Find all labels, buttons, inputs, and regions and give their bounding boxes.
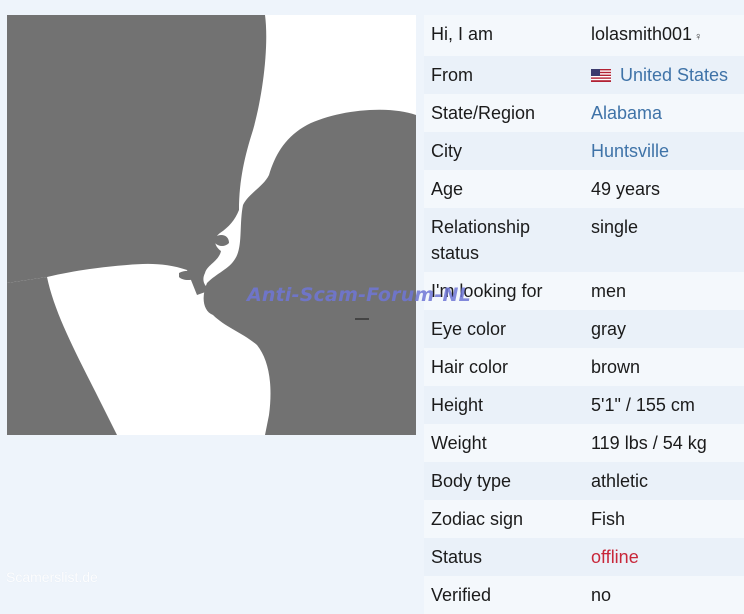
row-label: State/Region: [424, 94, 584, 132]
row-label: Weight: [424, 424, 584, 462]
row-value: no: [584, 576, 744, 614]
username: lolasmith001: [591, 24, 693, 44]
table-row: Weight 119 lbs / 54 kg: [424, 424, 744, 462]
row-value: Fish: [584, 500, 744, 538]
row-label: Height: [424, 386, 584, 424]
table-row: From United States: [424, 56, 744, 94]
table-row: Status offline: [424, 538, 744, 576]
couple-silhouette-icon: [7, 15, 416, 435]
row-label: Hi, I am: [424, 15, 584, 56]
row-label: Status: [424, 538, 584, 576]
table-row: Verified no: [424, 576, 744, 614]
row-label: Hair color: [424, 348, 584, 386]
table-row: State/Region Alabama: [424, 94, 744, 132]
row-label: From: [424, 56, 584, 94]
row-value: men: [584, 272, 744, 310]
table-row: I'm looking for men: [424, 272, 744, 310]
table-row: Relationship status single: [424, 208, 744, 272]
row-label: Verified: [424, 576, 584, 614]
row-label: Eye color: [424, 310, 584, 348]
country-link[interactable]: United States: [620, 65, 728, 85]
row-label: Body type: [424, 462, 584, 500]
row-label: Relationship status: [424, 208, 584, 272]
status-badge: offline: [584, 538, 744, 576]
row-label: City: [424, 132, 584, 170]
row-value: United States: [584, 56, 744, 94]
row-label: Age: [424, 170, 584, 208]
row-value: brown: [584, 348, 744, 386]
row-label: Zodiac sign: [424, 500, 584, 538]
row-value: 5'1" / 155 cm: [584, 386, 744, 424]
table-row: Body type athletic: [424, 462, 744, 500]
table-row: Hi, I am lolasmith001 ♀: [424, 15, 744, 56]
row-value: 49 years: [584, 170, 744, 208]
table-row: Age 49 years: [424, 170, 744, 208]
table-row: Height 5'1" / 155 cm: [424, 386, 744, 424]
row-value: lolasmith001 ♀: [584, 15, 744, 56]
row-value: single: [584, 208, 744, 272]
table-row: Hair color brown: [424, 348, 744, 386]
row-value: 119 lbs / 54 kg: [584, 424, 744, 462]
table-row: City Huntsville: [424, 132, 744, 170]
profile-photo-placeholder: [7, 15, 416, 435]
row-value: athletic: [584, 462, 744, 500]
female-icon: ♀: [694, 31, 703, 43]
corner-watermark: Scamerslist.de: [6, 569, 98, 585]
state-link[interactable]: Alabama: [584, 94, 744, 132]
row-value: gray: [584, 310, 744, 348]
us-flag-icon: [591, 69, 611, 82]
profile-details-table: Hi, I am lolasmith001 ♀ From United State…: [424, 15, 744, 614]
table-row: Zodiac sign Fish: [424, 500, 744, 538]
table-row: Eye color gray: [424, 310, 744, 348]
watermark-underline: [355, 318, 369, 320]
forum-watermark: Anti-Scam-Forum-NL: [247, 284, 471, 306]
city-link[interactable]: Huntsville: [584, 132, 744, 170]
